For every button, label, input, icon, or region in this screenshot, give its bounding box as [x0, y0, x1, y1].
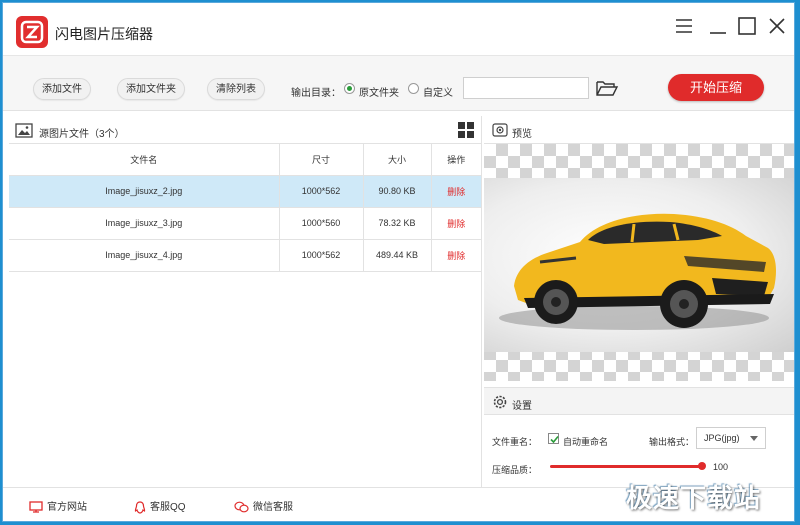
file-list-title: 源图片文件（3个） — [39, 129, 125, 140]
table-row[interactable]: Image_jisuxz_4.jpg 1000*562 489.44 KB 删除 — [9, 239, 481, 272]
preview-area — [484, 144, 794, 381]
image-icon — [15, 123, 33, 138]
file-name: Image_jisuxz_3.jpg — [9, 207, 280, 240]
add-folder-button[interactable]: 添加文件夹 — [117, 78, 185, 100]
quality-slider-handle[interactable] — [698, 462, 706, 470]
app-title: 闪电图片压缩器 — [55, 26, 153, 42]
qq-link-label: 客服QQ — [150, 502, 186, 513]
grid-view-icon — [458, 122, 474, 138]
preview-eye-icon — [492, 123, 508, 137]
wechat-icon — [234, 501, 249, 513]
maximize-icon — [738, 17, 756, 35]
rename-label: 文件重名： — [492, 437, 538, 447]
file-size: 78.32 KB — [363, 207, 432, 240]
start-compress-button[interactable]: 开始压缩 — [668, 74, 764, 101]
grid-view-button[interactable] — [458, 122, 474, 138]
qq-link[interactable]: 客服QQ — [134, 498, 186, 514]
file-dimensions: 1000*562 — [279, 239, 364, 272]
quality-slider[interactable] — [550, 465, 702, 468]
browse-folder-button[interactable] — [595, 78, 619, 98]
gear-icon — [493, 395, 507, 409]
col-dimensions: 尺寸 — [279, 144, 364, 176]
car-image — [499, 213, 776, 330]
website-link-label: 官方网站 — [47, 502, 87, 513]
format-select[interactable]: JPG(jpg) — [696, 427, 766, 449]
panel-divider — [481, 116, 482, 487]
col-action: 操作 — [431, 144, 481, 176]
table-row[interactable]: Image_jisuxz_2.jpg 1000*562 90.80 KB 删除 — [9, 175, 481, 208]
settings-header: 设置 — [484, 387, 794, 415]
output-dir-label: 输出目录： — [291, 88, 341, 99]
delete-link[interactable]: 删除 — [447, 219, 465, 229]
file-list-header: 源图片文件（3个） — [9, 116, 481, 144]
file-name: Image_jisuxz_4.jpg — [9, 239, 280, 272]
file-name: Image_jisuxz_2.jpg — [9, 175, 280, 208]
settings-title: 设置 — [512, 401, 532, 412]
delete-link[interactable]: 删除 — [447, 187, 465, 197]
website-link[interactable]: 官方网站 — [29, 498, 87, 514]
checkmark-icon — [550, 435, 559, 444]
file-table: 文件名 尺寸 大小 操作 Image_jisuxz_2.jpg 1000*562… — [9, 144, 481, 272]
format-label: 输出格式： — [649, 437, 695, 447]
title-bar: 闪电图片压缩器 — [3, 3, 794, 55]
close-button[interactable] — [766, 15, 788, 37]
quality-value: 100 — [713, 462, 729, 472]
auto-rename-label: 自动重命名 — [563, 437, 609, 447]
menu-icon — [676, 19, 692, 33]
output-path-input[interactable] — [463, 77, 589, 99]
col-filename: 文件名 — [9, 144, 280, 176]
wechat-link[interactable]: 微信客服 — [234, 498, 293, 513]
file-size: 489.44 KB — [363, 239, 432, 272]
file-size: 90.80 KB — [363, 175, 432, 208]
auto-rename-checkbox[interactable] — [548, 433, 559, 444]
app-logo-icon — [16, 16, 48, 48]
table-row[interactable]: Image_jisuxz_3.jpg 1000*560 78.32 KB 删除 — [9, 207, 481, 240]
minimize-icon — [710, 32, 726, 34]
add-file-button[interactable]: 添加文件 — [33, 78, 91, 100]
menu-button[interactable] — [673, 15, 695, 37]
wechat-link-label: 微信客服 — [253, 502, 293, 513]
monitor-icon — [29, 501, 43, 514]
maximize-button[interactable] — [736, 15, 758, 37]
preview-title: 预览 — [512, 129, 532, 140]
delete-link[interactable]: 删除 — [447, 251, 465, 261]
qq-icon — [134, 501, 146, 514]
toolbar: 添加文件 添加文件夹 清除列表 输出目录： 原文件夹 自定义 开始压缩 — [3, 55, 794, 111]
preview-image — [484, 178, 794, 352]
radio-custom-folder-label: 自定义 — [423, 88, 453, 99]
file-dimensions: 1000*562 — [279, 175, 364, 208]
format-value: JPG(jpg) — [704, 433, 740, 443]
col-size: 大小 — [363, 144, 432, 176]
folder-open-icon — [596, 81, 619, 96]
radio-custom-folder[interactable] — [408, 83, 419, 94]
preview-header: 预览 — [484, 116, 794, 144]
app-window: 闪电图片压缩器 添加文件 添加文件夹 清除列表 输出目录： 原文件夹 自定义 开… — [2, 2, 795, 522]
file-dimensions: 1000*560 — [279, 207, 364, 240]
watermark-text: 极速下载站 — [626, 483, 762, 513]
radio-original-folder-label: 原文件夹 — [359, 88, 399, 99]
minimize-button[interactable] — [707, 15, 729, 37]
quality-label: 压缩品质： — [492, 465, 538, 475]
close-icon — [769, 18, 785, 34]
chevron-down-icon — [750, 436, 758, 441]
radio-original-folder[interactable] — [344, 83, 355, 94]
clear-list-button[interactable]: 清除列表 — [207, 78, 265, 100]
